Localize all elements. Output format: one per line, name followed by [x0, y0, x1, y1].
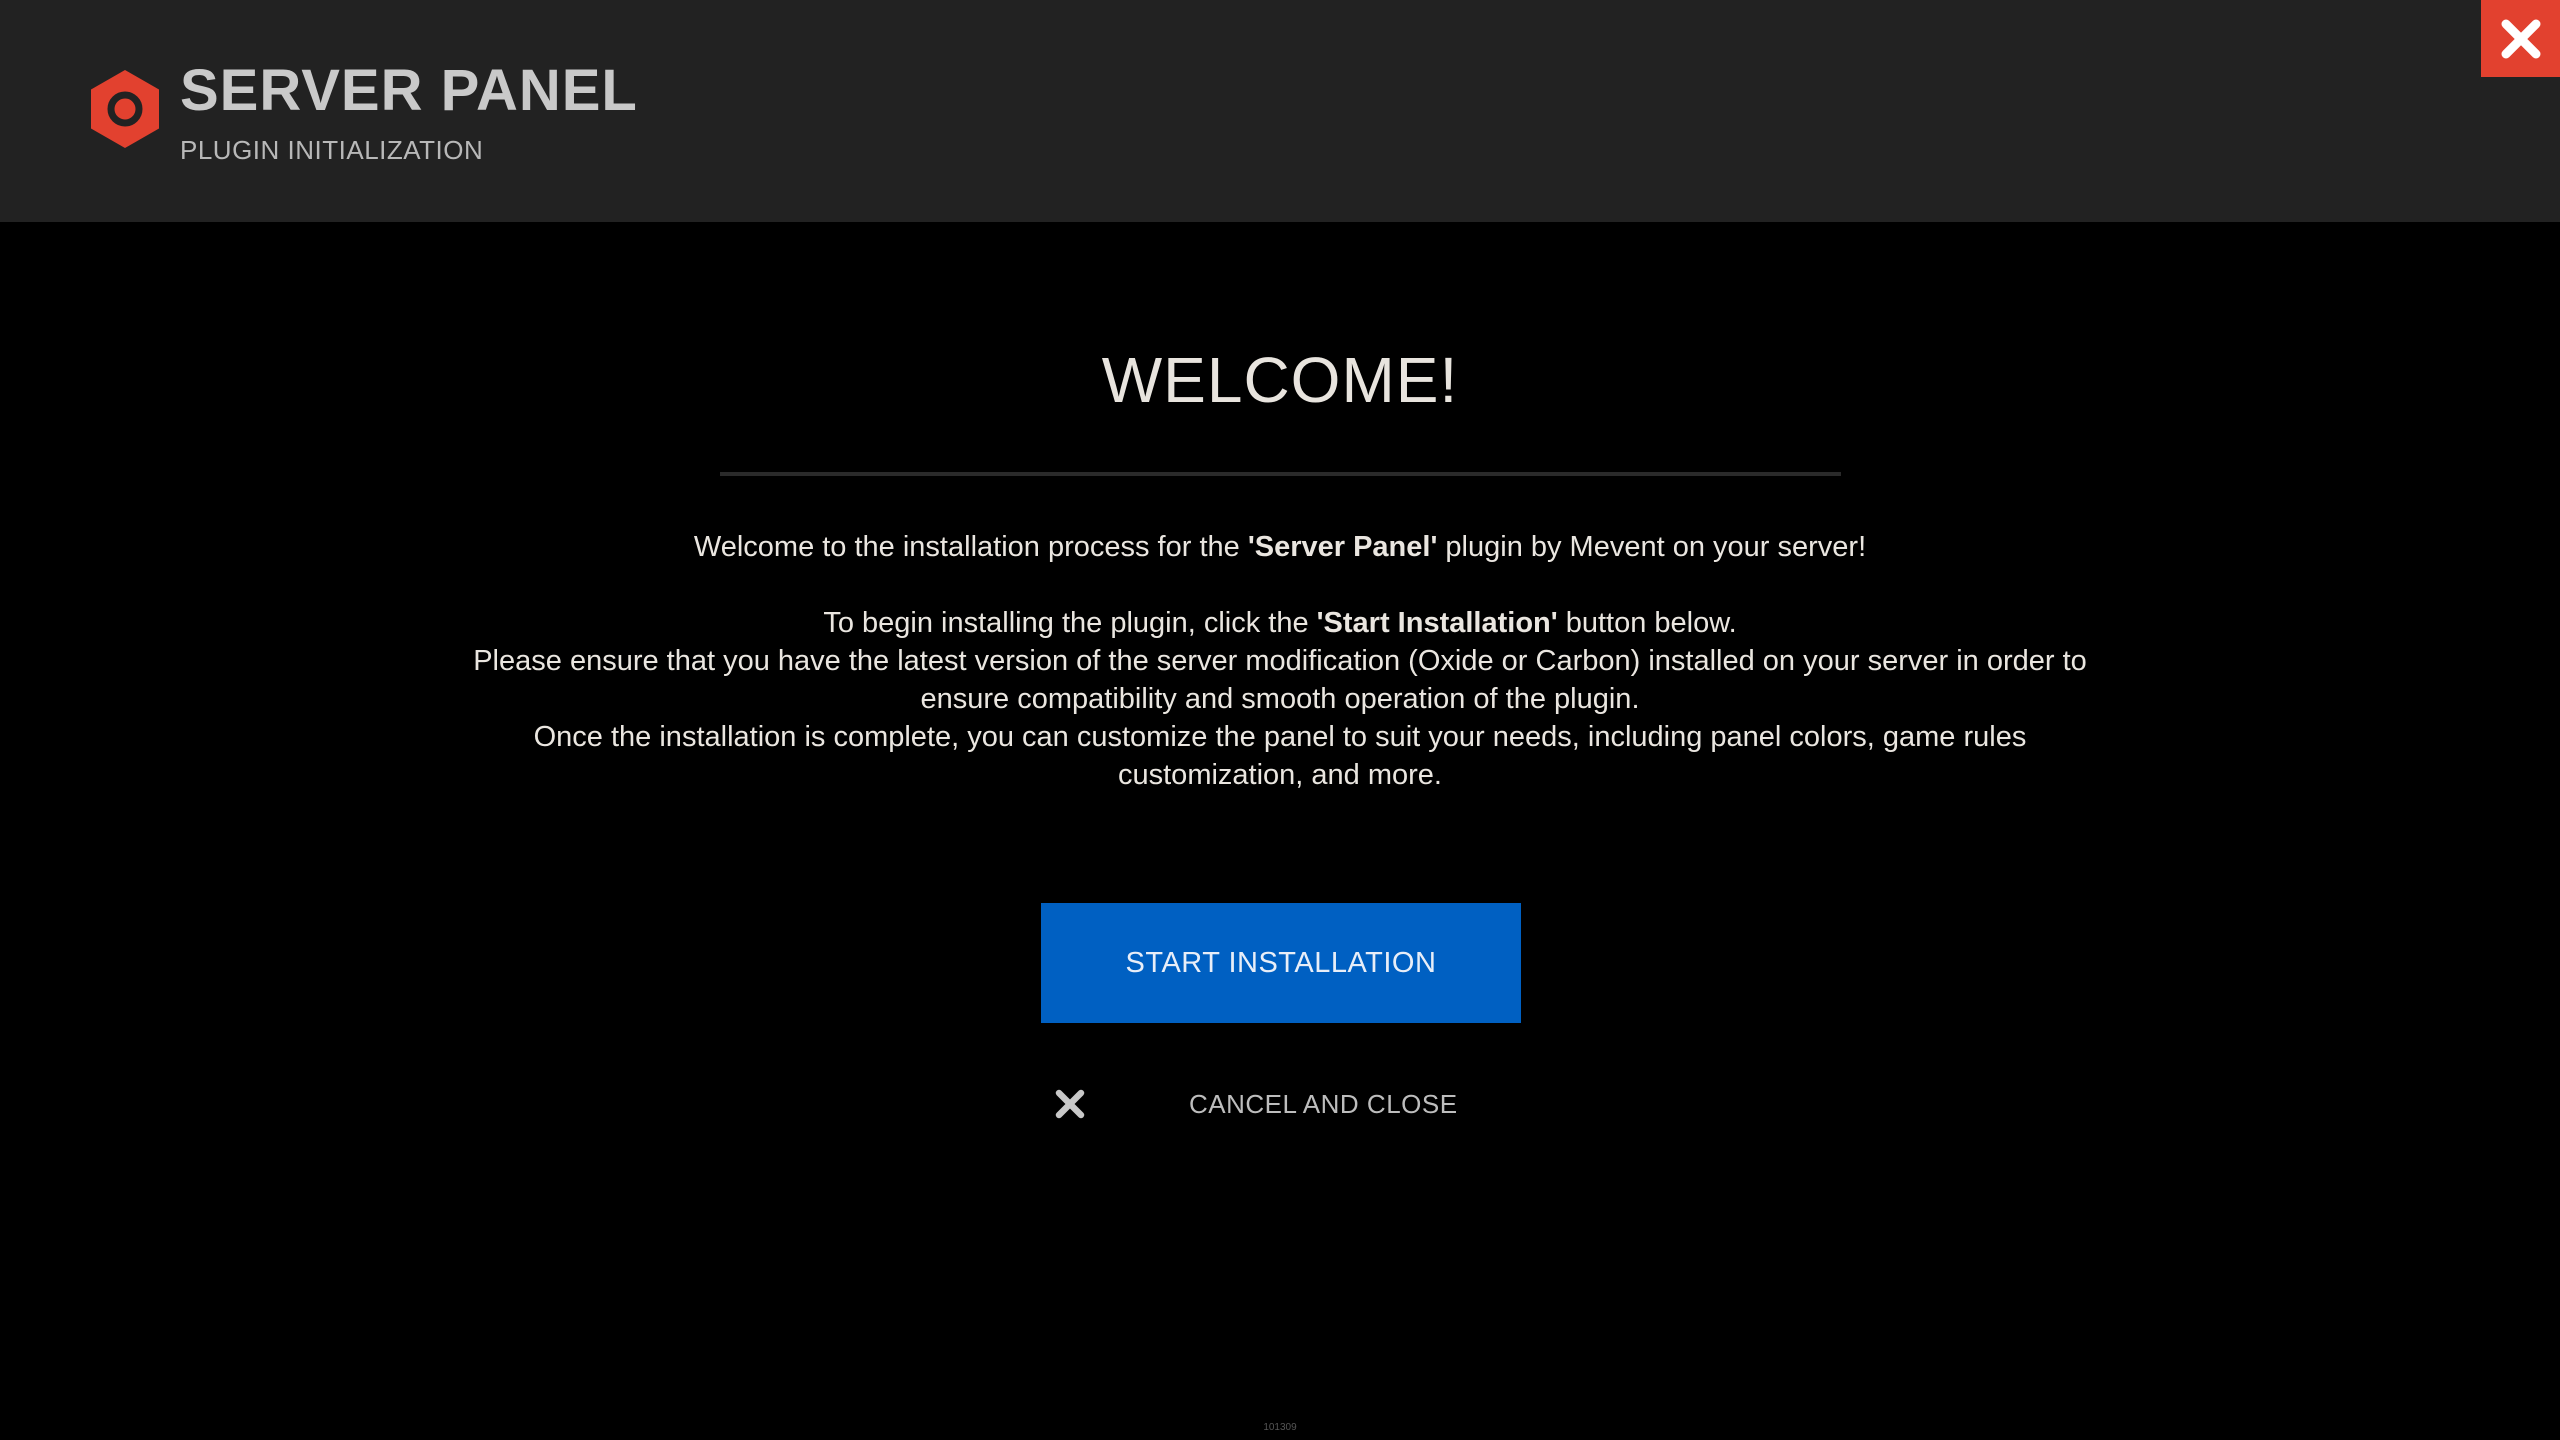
intro-prefix: Welcome to the installation process for …	[693, 531, 1248, 563]
footer-id-text: 101309	[1263, 1422, 1297, 1433]
close-icon	[1055, 1089, 1085, 1119]
close-button[interactable]	[2481, 0, 2560, 77]
customization-note: Once the installation is complete, you c…	[533, 721, 2027, 791]
app-subtitle: PLUGIN INITIALIZATION	[180, 135, 484, 165]
instruction-line: To begin installing the plugin, click th…	[440, 604, 2120, 642]
hexagon-nut-icon	[91, 70, 159, 148]
intro-suffix: plugin by Mevent on your server!	[1437, 531, 1867, 563]
instruction-suffix: button below.	[1557, 607, 1737, 639]
welcome-title: WELCOME!	[1101, 344, 1459, 416]
divider	[720, 472, 1841, 476]
app-title: SERVER PANEL	[180, 58, 638, 123]
close-icon	[2501, 19, 2540, 58]
intro-line: Welcome to the installation process for …	[440, 528, 2120, 566]
compatibility-note: Please ensure that you have the latest v…	[473, 645, 2087, 715]
welcome-message: Welcome to the installation process for …	[440, 528, 2120, 794]
instruction-prefix: To begin installing the plugin, click th…	[823, 607, 1317, 639]
cancel-and-close-label: CANCEL AND CLOSE	[1189, 1089, 1458, 1119]
intro-plugin-name: 'Server Panel'	[1247, 531, 1438, 563]
cancel-and-close-button[interactable]: CANCEL AND CLOSE	[1050, 1082, 1470, 1126]
start-installation-button[interactable]: START INSTALLATION	[1041, 903, 1521, 1023]
header-bar: SERVER PANEL PLUGIN INITIALIZATION	[0, 0, 2560, 222]
instruction-button-ref: 'Start Installation'	[1316, 607, 1558, 639]
